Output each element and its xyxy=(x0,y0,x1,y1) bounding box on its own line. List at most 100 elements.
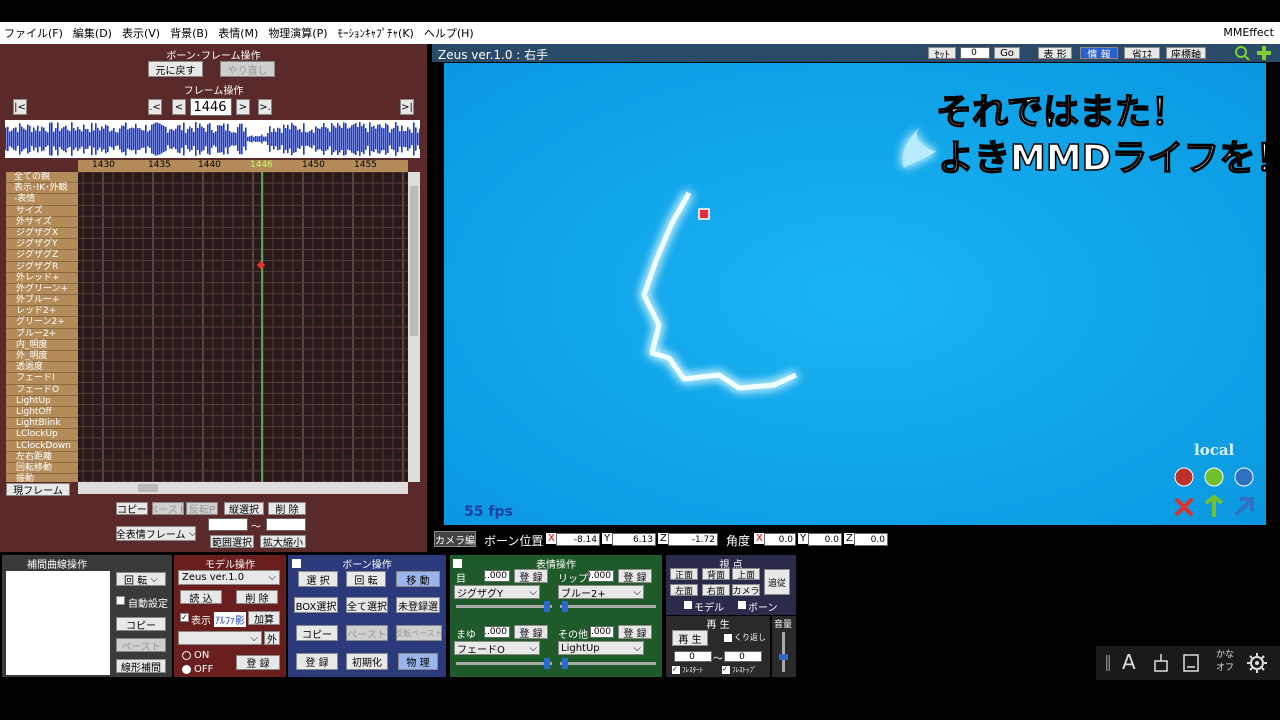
bone-checkbox[interactable] xyxy=(738,601,746,609)
shape-button[interactable]: 表 形 xyxy=(1038,47,1072,59)
other-value[interactable]: 0.000 xyxy=(590,626,614,638)
track-name[interactable]: 振動 xyxy=(6,474,78,482)
menu-item-6[interactable]: ﾓｰｼｮﾝｷｬﾌﾟﾁｬ(K) xyxy=(338,25,414,41)
other-register-button[interactable]: 登 録 xyxy=(618,625,652,639)
track-name[interactable]: 左右距離 xyxy=(6,452,78,463)
prev-frame-button[interactable]: < xyxy=(172,99,186,115)
play-from-input[interactable]: 0 xyxy=(674,651,712,662)
pos-y-field[interactable]: 6.13 xyxy=(612,533,656,546)
eco-button[interactable]: 省ｴﾈ xyxy=(1124,47,1160,59)
model-register-button[interactable]: 登 録 xyxy=(236,655,280,670)
on-radio[interactable] xyxy=(182,651,191,660)
collapse-icon[interactable] xyxy=(292,559,301,568)
track-name[interactable]: グリーン2+ xyxy=(6,317,78,329)
add-icon[interactable] xyxy=(1256,45,1272,61)
bone-copy-button[interactable]: コピー xyxy=(296,625,338,641)
frame-start-checkbox[interactable]: ✓ xyxy=(672,666,680,674)
vertical-select-button[interactable]: 縦選択 xyxy=(224,502,264,515)
current-frame-button[interactable]: 現フレーム xyxy=(6,483,70,496)
select-all-button[interactable]: 全て選択 xyxy=(346,597,388,613)
auto-set-checkbox[interactable] xyxy=(116,596,125,605)
view-top-button[interactable]: 上面 xyxy=(732,568,760,580)
copy-frame-button[interactable]: コピー xyxy=(116,502,148,515)
track-name[interactable]: 表示･IK･外観 xyxy=(6,183,78,195)
frame-number-input[interactable]: 1446 xyxy=(190,98,232,116)
box-select-button[interactable]: BOX選択 xyxy=(294,597,338,613)
timeline-hscroll[interactable] xyxy=(78,482,408,494)
track-name[interactable]: 外グリーン+ xyxy=(6,284,78,296)
follow-button[interactable]: 追従 xyxy=(764,569,790,595)
dictionary-icon[interactable] xyxy=(1182,653,1202,673)
linear-interp-button[interactable]: 線形補間 xyxy=(116,659,166,673)
undo-button[interactable]: 元に戻す xyxy=(148,61,203,77)
external-parent-button[interactable]: 外 xyxy=(264,631,280,645)
interp-copy-button[interactable]: コピー xyxy=(116,617,166,631)
lip-value[interactable]: 0.000 xyxy=(588,570,614,582)
timeline-vscroll[interactable] xyxy=(408,172,420,482)
other-slider[interactable] xyxy=(560,658,656,669)
eye-register-button[interactable]: 登 録 xyxy=(514,569,548,583)
model-delete-button[interactable]: 削 除 xyxy=(236,590,278,604)
reverse-paste-button[interactable]: 反転ペースト xyxy=(396,625,442,641)
menu-item-7[interactable]: ヘルプ(H) xyxy=(424,25,474,41)
track-name[interactable]: 外_明度 xyxy=(6,351,78,363)
ime-mode-icon[interactable]: A xyxy=(1122,650,1136,674)
repeat-checkbox[interactable] xyxy=(724,634,732,642)
track-name[interactable]: ジグザグZ xyxy=(6,250,78,262)
bone-paste-button[interactable]: ペースト xyxy=(346,625,388,641)
interp-paste-button[interactable]: ペースト xyxy=(116,638,166,652)
track-name[interactable]: 回転移動 xyxy=(6,463,78,475)
track-name[interactable]: ブルー2+ xyxy=(6,329,78,340)
interp-curve-canvas[interactable] xyxy=(6,571,110,675)
brow-slider[interactable] xyxy=(456,658,552,669)
view-camera-button[interactable]: カメラ xyxy=(732,584,760,596)
lip-slider[interactable] xyxy=(560,601,656,612)
go-button[interactable]: Go xyxy=(994,47,1020,59)
model-load-button[interactable]: 読 込 xyxy=(180,590,222,604)
play-button[interactable]: 再 生 xyxy=(672,630,708,646)
scale-button[interactable]: 拡大縮小 xyxy=(260,535,306,548)
lip-register-button[interactable]: 登 録 xyxy=(618,569,652,583)
track-name[interactable]: 外レッド+ xyxy=(6,273,78,284)
track-name[interactable]: LightUp xyxy=(6,396,78,407)
pos-x-field[interactable]: -8.14 xyxy=(556,533,600,546)
kana-off-icon[interactable]: かな オフ xyxy=(1216,649,1234,675)
menu-item-0[interactable]: ファイル(F) xyxy=(4,25,63,41)
brow-morph-select[interactable]: フェードO ⌵ xyxy=(454,641,540,655)
rot-x-field[interactable]: 0.0 xyxy=(764,533,796,546)
selected-bone-marker[interactable] xyxy=(698,208,710,220)
volume-slider[interactable] xyxy=(779,632,788,672)
eye-slider-thumb[interactable] xyxy=(544,601,550,612)
bone-rotate-button[interactable]: 回 転 xyxy=(346,571,386,587)
alpha-shadow-label[interactable]: ｱﾙﾌｧ影 xyxy=(214,612,246,627)
eye-slider[interactable] xyxy=(456,601,552,612)
rot-z-field[interactable]: 0.0 xyxy=(854,533,888,546)
display-checkbox[interactable]: ✓ xyxy=(180,613,189,622)
track-name[interactable]: 外ブルー+ xyxy=(6,295,78,307)
axis-button[interactable]: 座標軸 xyxy=(1166,47,1206,59)
eye-value[interactable]: 1.000 xyxy=(484,570,510,582)
frame-stop-checkbox[interactable]: ✓ xyxy=(722,666,730,674)
track-name[interactable]: LightBlink xyxy=(6,418,78,430)
track-name[interactable]: サイズ xyxy=(6,206,78,217)
camera-edit-button[interactable]: カメラ編 xyxy=(434,531,476,547)
track-name[interactable]: LClockUp xyxy=(6,429,78,441)
track-name[interactable]: フェードO xyxy=(6,385,78,396)
track-name[interactable]: レッド2+ xyxy=(6,306,78,318)
paste-frame-button[interactable]: ペースト xyxy=(152,502,184,515)
last-frame-button[interactable]: >| xyxy=(400,99,414,115)
hscroll-thumb[interactable] xyxy=(138,484,158,492)
rotate-x-icon[interactable] xyxy=(1174,467,1194,487)
delete-frame-button[interactable]: 削 除 xyxy=(268,502,306,515)
physics-button[interactable]: 物 理 xyxy=(398,653,438,670)
lip-slider-thumb[interactable] xyxy=(562,601,568,612)
gear-icon[interactable] xyxy=(1246,652,1268,674)
interp-axis-select[interactable]: 回 転 ⌵ xyxy=(116,572,166,586)
track-name[interactable]: LClockDown xyxy=(6,441,78,452)
lip-morph-select[interactable]: ブルー2+ ⌵ xyxy=(558,585,644,599)
vscroll-thumb[interactable] xyxy=(410,186,418,336)
view-front-button[interactable]: 正面 xyxy=(670,568,698,580)
other-slider-thumb[interactable] xyxy=(562,658,568,669)
model-checkbox[interactable] xyxy=(684,601,692,609)
bone-move-button[interactable]: 移 動 xyxy=(396,571,440,587)
